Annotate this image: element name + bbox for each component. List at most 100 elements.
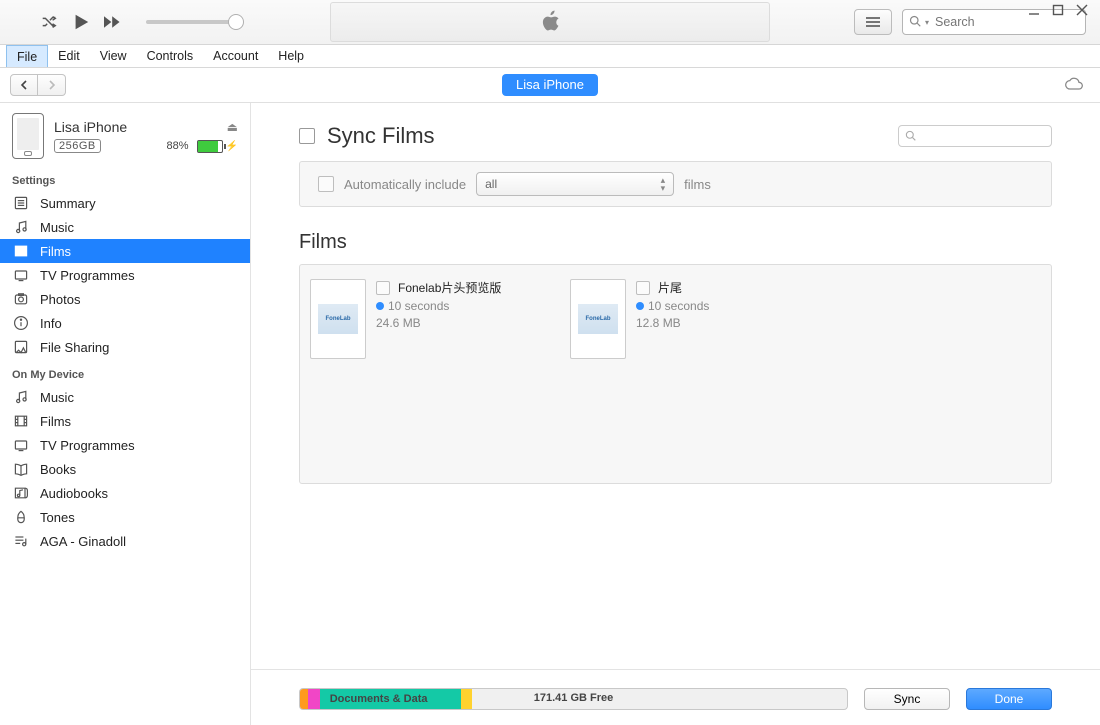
films-search-field[interactable] bbox=[898, 125, 1052, 147]
volume-slider[interactable] bbox=[146, 20, 236, 24]
device-header: Lisa iPhone ⏏ 256GB 88% ⚡ bbox=[0, 103, 250, 165]
films-heading: Films bbox=[299, 231, 1052, 254]
sidebar-item-label: Tones bbox=[40, 510, 75, 525]
films-icon bbox=[12, 243, 30, 259]
device-item-tv-programmes[interactable]: TV Programmes bbox=[0, 433, 250, 457]
films-icon bbox=[12, 413, 30, 429]
photos-icon bbox=[12, 291, 30, 307]
storage-free-label: 171.41 GB Free bbox=[300, 692, 847, 704]
sidebar-item-label: AGA - Ginadoll bbox=[40, 534, 126, 549]
maximize-button[interactable] bbox=[1052, 4, 1066, 18]
device-item-music[interactable]: Music bbox=[0, 385, 250, 409]
dropdown-arrows-icon: ▴▾ bbox=[661, 176, 666, 192]
sidebar-item-label: Music bbox=[40, 220, 74, 235]
sync-button[interactable]: Sync bbox=[864, 688, 950, 710]
phone-icon bbox=[12, 113, 44, 159]
sidebar-item-label: TV Programmes bbox=[40, 268, 135, 283]
on-my-device-section-header: On My Device bbox=[0, 359, 250, 385]
device-location-pill[interactable]: Lisa iPhone bbox=[502, 74, 598, 96]
nav-forward-button[interactable] bbox=[38, 74, 66, 96]
fast-forward-button[interactable] bbox=[104, 13, 122, 31]
location-bar: Lisa iPhone bbox=[0, 68, 1100, 103]
nav-back-forward bbox=[10, 74, 66, 96]
bottom-bar: Documents & Data 171.41 GB Free Sync Don… bbox=[251, 669, 1100, 725]
menu-controls[interactable]: Controls bbox=[137, 45, 204, 67]
done-button[interactable]: Done bbox=[966, 688, 1052, 710]
capacity-badge: 256GB bbox=[54, 139, 101, 153]
auto-include-pre-label: Automatically include bbox=[344, 177, 466, 192]
sync-films-checkbox[interactable] bbox=[299, 128, 315, 144]
film-thumbnail: FoneLab bbox=[570, 279, 626, 359]
menu-bar: FileEditViewControlsAccountHelp bbox=[0, 45, 1100, 68]
sidebar-item-label: Films bbox=[40, 414, 71, 429]
music-icon bbox=[12, 389, 30, 405]
summary-icon bbox=[12, 195, 30, 211]
books-icon bbox=[12, 461, 30, 477]
play-button[interactable] bbox=[72, 13, 90, 31]
film-size: 24.6 MB bbox=[376, 316, 501, 330]
film-checkbox[interactable] bbox=[376, 281, 390, 295]
info-icon bbox=[12, 315, 30, 331]
film-duration: 10 seconds bbox=[388, 299, 449, 313]
nav-back-button[interactable] bbox=[10, 74, 38, 96]
sidebar-item-label: Audiobooks bbox=[40, 486, 108, 501]
film-name: Fonelab片头预览版 bbox=[398, 279, 501, 296]
menu-edit[interactable]: Edit bbox=[48, 45, 90, 67]
close-button[interactable] bbox=[1076, 4, 1090, 18]
sync-films-title: Sync Films bbox=[327, 123, 435, 149]
films-search-input[interactable] bbox=[920, 129, 1045, 143]
film-size: 12.8 MB bbox=[636, 316, 709, 330]
menu-view[interactable]: View bbox=[90, 45, 137, 67]
search-icon bbox=[905, 129, 916, 144]
now-playing-display bbox=[330, 2, 770, 42]
content-area: Sync Films Automatically include all ▴▾ … bbox=[251, 103, 1100, 725]
settings-item-summary[interactable]: Summary bbox=[0, 191, 250, 215]
music-icon bbox=[12, 219, 30, 235]
audiobooks-icon bbox=[12, 485, 30, 501]
films-list: FoneLab Fonelab片头预览版 10 seconds 24.6 MB Fone… bbox=[299, 264, 1052, 484]
film-card[interactable]: FoneLab 片尾 10 seconds 12.8 MB bbox=[570, 279, 800, 359]
menu-file[interactable]: File bbox=[6, 45, 48, 67]
settings-item-photos[interactable]: Photos bbox=[0, 287, 250, 311]
storage-bar: Documents & Data 171.41 GB Free bbox=[299, 688, 848, 710]
filesharing-icon bbox=[12, 339, 30, 355]
settings-item-tv-programmes[interactable]: TV Programmes bbox=[0, 263, 250, 287]
device-name: Lisa iPhone bbox=[54, 119, 127, 135]
device-item-books[interactable]: Books bbox=[0, 457, 250, 481]
film-checkbox[interactable] bbox=[636, 281, 650, 295]
settings-item-file-sharing[interactable]: File Sharing bbox=[0, 335, 250, 359]
film-duration: 10 seconds bbox=[648, 299, 709, 313]
device-item-films[interactable]: Films bbox=[0, 409, 250, 433]
sidebar-item-label: Books bbox=[40, 462, 76, 477]
battery-percent: 88% bbox=[167, 140, 189, 152]
device-item-tones[interactable]: Tones bbox=[0, 505, 250, 529]
sidebar-item-label: Music bbox=[40, 390, 74, 405]
auto-include-bar: Automatically include all ▴▾ films bbox=[299, 161, 1052, 207]
device-item-aga-ginadoll[interactable]: AGA - Ginadoll bbox=[0, 529, 250, 553]
sidebar-item-label: Info bbox=[40, 316, 62, 331]
settings-item-films[interactable]: Films bbox=[0, 239, 250, 263]
sidebar-item-label: Photos bbox=[40, 292, 80, 307]
shuffle-button[interactable] bbox=[40, 13, 58, 31]
apple-logo-icon bbox=[539, 8, 561, 37]
list-view-button[interactable] bbox=[854, 9, 892, 35]
film-name: 片尾 bbox=[658, 279, 682, 296]
cloud-icon[interactable] bbox=[1064, 77, 1084, 94]
device-item-audiobooks[interactable]: Audiobooks bbox=[0, 481, 250, 505]
minimize-button[interactable] bbox=[1028, 4, 1042, 18]
menu-help[interactable]: Help bbox=[268, 45, 314, 67]
settings-item-info[interactable]: Info bbox=[0, 311, 250, 335]
menu-account[interactable]: Account bbox=[203, 45, 268, 67]
auto-include-checkbox[interactable] bbox=[318, 176, 334, 192]
sidebar-item-label: Films bbox=[40, 244, 71, 259]
player-controls bbox=[0, 13, 236, 31]
unwatched-dot-icon bbox=[376, 302, 384, 310]
settings-section-header: Settings bbox=[0, 165, 250, 191]
auto-include-dropdown[interactable]: all ▴▾ bbox=[476, 172, 674, 196]
dropdown-value: all bbox=[485, 177, 497, 191]
tones-icon bbox=[12, 509, 30, 525]
eject-button[interactable]: ⏏ bbox=[227, 120, 238, 134]
tv-icon bbox=[12, 267, 30, 283]
film-card[interactable]: FoneLabFonelab片头预览版10 seconds24.6 MB bbox=[310, 279, 540, 359]
settings-item-music[interactable]: Music bbox=[0, 215, 250, 239]
